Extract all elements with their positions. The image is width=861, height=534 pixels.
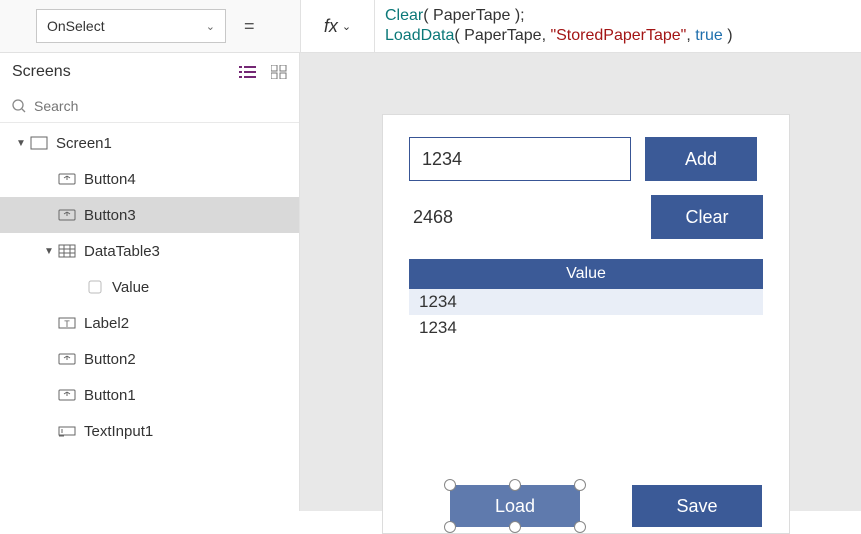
button-icon	[58, 352, 76, 366]
search-input[interactable]	[34, 98, 287, 114]
tree-node-label: TextInput1	[84, 423, 153, 440]
table-row[interactable]: 1234	[409, 289, 763, 315]
resize-handle[interactable]	[574, 479, 586, 491]
search-icon	[12, 99, 26, 113]
tree-panel: Screens ▼ Screen1 Button4 Button3 ▼ DataTable…	[0, 53, 300, 511]
tree-node-label: Button3	[84, 207, 136, 224]
search-row	[0, 89, 299, 123]
tree-node[interactable]: TextInput1	[0, 413, 299, 449]
formula-bar: OnSelect ⌄ = fx ⌄ Clear( PaperTape ); Loa…	[0, 0, 861, 53]
datatable-icon	[58, 244, 76, 258]
fx-text: fx	[324, 16, 338, 37]
tree-node[interactable]: Button2	[0, 341, 299, 377]
resize-handle[interactable]	[444, 479, 456, 491]
tree-node-label: Button1	[84, 387, 136, 404]
column-icon	[86, 280, 104, 294]
formula-input[interactable]: Clear( PaperTape ); LoadData( PaperTape,…	[375, 0, 861, 52]
save-button[interactable]: Save	[632, 485, 762, 527]
svg-text:T: T	[64, 319, 70, 329]
resize-handle[interactable]	[444, 521, 456, 533]
resize-handle[interactable]	[509, 479, 521, 491]
expander-icon[interactable]: ▼	[42, 246, 56, 257]
button-icon	[58, 208, 76, 222]
canvas[interactable]: Add 2468 Clear Value 12341234 Load	[300, 53, 861, 511]
label-icon: T	[58, 316, 76, 330]
button-icon	[58, 388, 76, 402]
tree-header: Screens	[0, 53, 299, 89]
add-button[interactable]: Add	[645, 137, 757, 181]
tree-node-label: Value	[112, 279, 149, 296]
grid-icon[interactable]	[271, 65, 287, 79]
resize-handle[interactable]	[574, 521, 586, 533]
tree-node-label: Button2	[84, 351, 136, 368]
data-table[interactable]: Value 12341234	[409, 259, 763, 341]
chevron-down-icon: ⌄	[206, 20, 215, 33]
tree-node[interactable]: Button1	[0, 377, 299, 413]
tree-title: Screens	[12, 63, 71, 81]
tree-node[interactable]: Value	[0, 269, 299, 305]
tree-node[interactable]: T Label2	[0, 305, 299, 341]
tree-node-label: Screen1	[56, 135, 112, 152]
property-selector[interactable]: OnSelect ⌄	[36, 9, 226, 43]
chevron-down-icon: ⌄	[342, 20, 351, 33]
screen-icon	[30, 136, 48, 150]
property-selector-wrap: OnSelect ⌄ =	[0, 0, 300, 52]
button-icon	[58, 172, 76, 186]
equals-sign: =	[244, 16, 255, 37]
tree-node-label: DataTable3	[84, 243, 160, 260]
tree-node[interactable]: Button4	[0, 161, 299, 197]
fx-label[interactable]: fx ⌄	[301, 0, 375, 52]
clear-button[interactable]: Clear	[651, 195, 763, 239]
list-icon[interactable]	[239, 65, 257, 79]
table-row[interactable]: 1234	[409, 315, 763, 341]
datatable-header: Value	[409, 259, 763, 289]
text-input[interactable]	[409, 137, 631, 181]
tree-node[interactable]: ▼ Screen1	[0, 125, 299, 161]
tree-node-label: Label2	[84, 315, 129, 332]
expander-icon[interactable]: ▼	[14, 138, 28, 149]
tree-node[interactable]: ▼ DataTable3	[0, 233, 299, 269]
selected-control[interactable]: Load	[450, 485, 580, 527]
tree-node-label: Button4	[84, 171, 136, 188]
property-selector-value: OnSelect	[47, 18, 105, 34]
app-preview: Add 2468 Clear Value 12341234 Load	[382, 114, 790, 534]
tree-body: ▼ Screen1 Button4 Button3 ▼ DataTable3 Value T L…	[0, 123, 299, 511]
sum-label: 2468	[409, 207, 453, 228]
textinput-icon	[58, 424, 76, 438]
tree-node[interactable]: Button3	[0, 197, 299, 233]
formula-box: fx ⌄ Clear( PaperTape ); LoadData( PaperT…	[300, 0, 861, 52]
resize-handle[interactable]	[509, 521, 521, 533]
